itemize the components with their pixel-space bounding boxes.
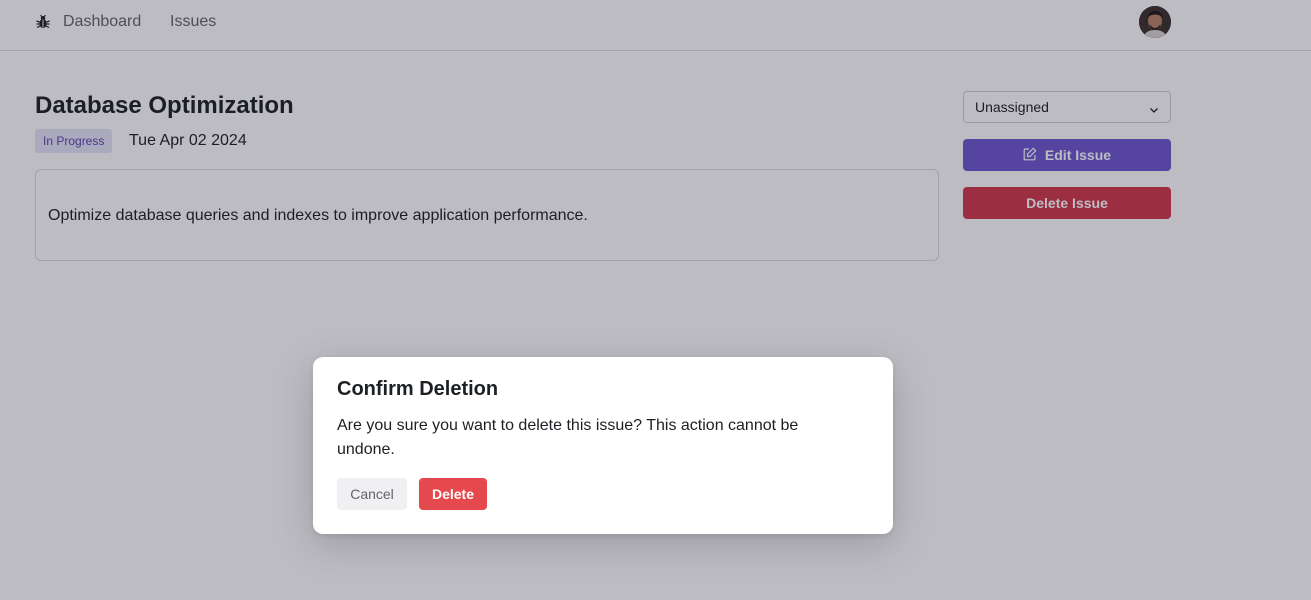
cancel-button[interactable]: Cancel — [337, 478, 407, 510]
confirm-deletion-dialog: Confirm Deletion Are you sure you want t… — [313, 357, 893, 534]
app-root: Dashboard Issues Database Optimization I… — [0, 0, 1311, 600]
dialog-title: Confirm Deletion — [337, 378, 499, 400]
dialog-message: Are you sure you want to delete this iss… — [337, 417, 799, 458]
confirm-delete-button[interactable]: Delete — [419, 478, 487, 510]
